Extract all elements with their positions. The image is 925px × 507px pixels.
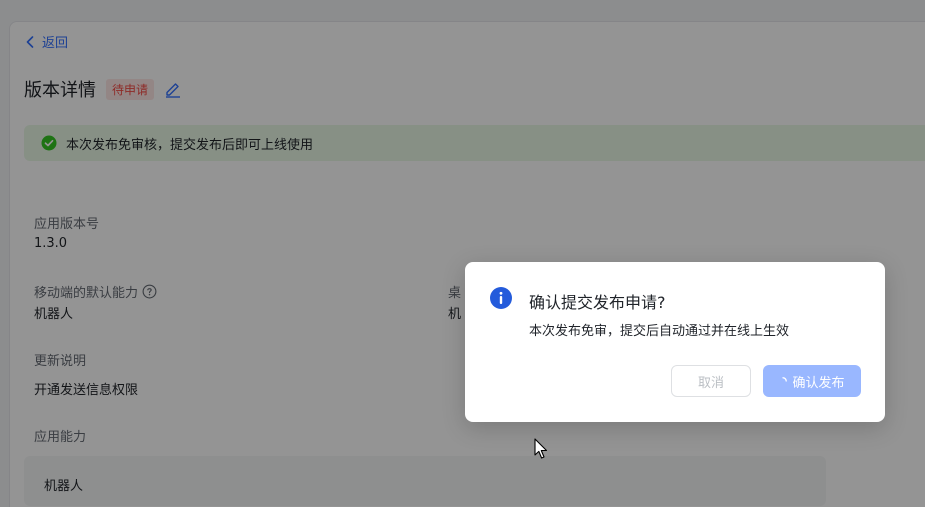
dialog-title: 确认提交发布申请? — [529, 293, 666, 312]
cancel-button[interactable]: 取消 — [671, 365, 751, 397]
confirm-button-label: 确认发布 — [792, 375, 845, 391]
spinner-icon — [782, 377, 788, 382]
dialog-message: 本次发布免审，提交后自动通过并在线上生效 — [529, 324, 790, 339]
info-circle-icon — [490, 287, 512, 309]
cancel-button-label: 取消 — [697, 375, 724, 391]
confirm-publish-dialog: 确认提交发布申请? 本次发布免审，提交后自动通过并在线上生效 取消 确认发布 — [465, 262, 885, 422]
confirm-publish-button[interactable]: 确认发布 — [763, 365, 861, 397]
mouse-pointer-icon — [534, 438, 548, 459]
modal-mask[interactable] — [0, 0, 925, 507]
